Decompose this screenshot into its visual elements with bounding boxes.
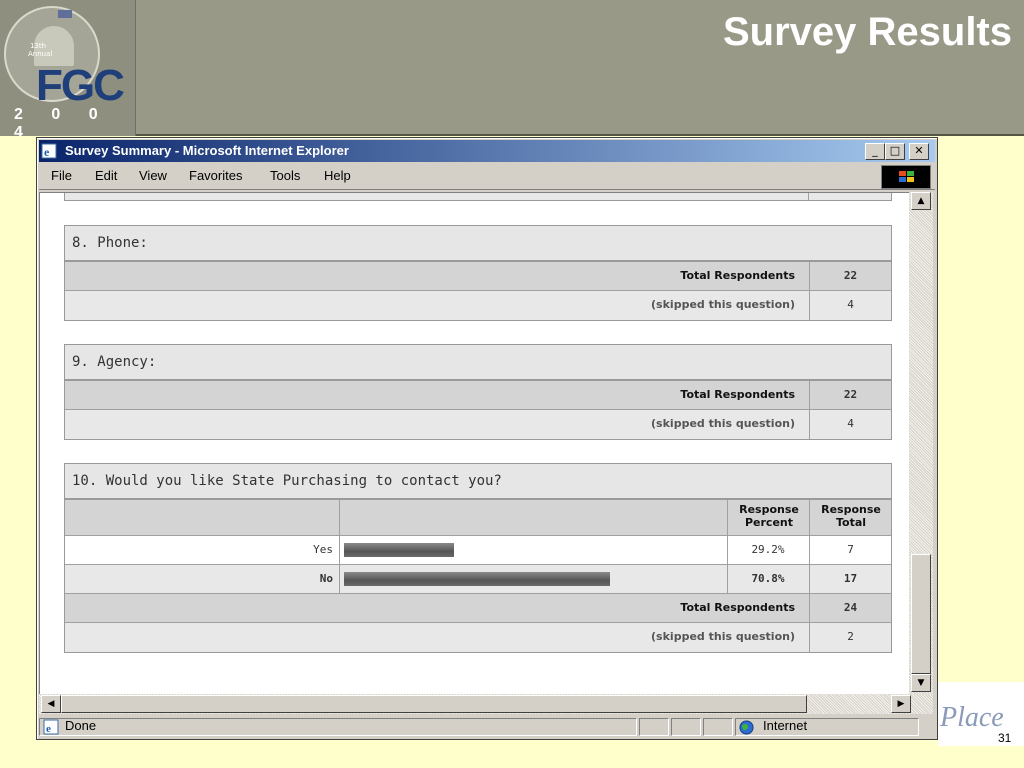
question-9-table: 9. Agency: Total Respondents 22 (skipped… (64, 344, 892, 440)
minimize-button[interactable]: _ (865, 143, 885, 160)
menu-favorites[interactable]: Favorites (189, 168, 242, 183)
skipped-row: (skipped this question) 4 (65, 291, 891, 320)
status-bar: e Done Internet (39, 716, 935, 738)
scroll-left-icon[interactable]: ◀ (41, 695, 61, 713)
total-value: 22 (809, 262, 891, 290)
globe-icon (739, 720, 754, 735)
scroll-right-icon[interactable]: ▶ (891, 695, 911, 713)
fgc-logo: 13th Annual FGC 2 0 0 4 (0, 0, 136, 136)
skipped-label: (skipped this question) (651, 630, 795, 643)
total-label: Total Respondents (680, 269, 795, 282)
close-button[interactable]: ✕ (909, 143, 929, 160)
question-10-table: 10. Would you like State Purchasing to c… (64, 463, 892, 653)
header-response-total: Response Total (821, 503, 881, 529)
throbber (881, 165, 931, 189)
column-header-row: Response Percent Response Total (65, 500, 891, 536)
menu-file[interactable]: File (51, 168, 72, 183)
svg-text:e: e (46, 723, 51, 735)
question-8-table: 8. Phone: Total Respondents 22 (skipped … (64, 225, 892, 321)
horizontal-scroll-thumb[interactable] (61, 695, 807, 713)
previous-table-remnant (64, 193, 892, 201)
slide-title: Survey Results (722, 10, 1012, 54)
ie-icon: e (41, 143, 57, 159)
skipped-row: (skipped this question) 2 (65, 623, 891, 652)
maximize-button[interactable]: □ (885, 143, 905, 160)
scroll-up-icon[interactable]: ▲ (911, 192, 931, 210)
total-respondents-row: Total Respondents 22 (65, 381, 891, 410)
total-value: 22 (809, 381, 891, 409)
answer-row-yes: Yes 29.2% 7 (65, 536, 891, 565)
menu-bar: File Edit View Favorites Tools Help (39, 164, 935, 190)
vertical-scrollbar[interactable]: ▲ ▼ (909, 192, 933, 694)
menu-edit[interactable]: Edit (95, 168, 117, 183)
answer-label: Yes (313, 543, 333, 556)
total-label: Total Respondents (680, 601, 795, 614)
footer-logo: Place (940, 702, 1004, 733)
window-title: Survey Summary - Microsoft Internet Expl… (65, 143, 349, 158)
skipped-label: (skipped this question) (651, 298, 795, 311)
skipped-label: (skipped this question) (651, 417, 795, 430)
total-label: Total Respondents (680, 388, 795, 401)
scroll-down-icon[interactable]: ▼ (911, 674, 931, 692)
browser-window: e Survey Summary - Microsoft Internet Ex… (36, 137, 938, 740)
slide-number: 31 (998, 731, 1012, 745)
total-respondents-row: Total Respondents 24 (65, 594, 891, 623)
answer-row-no: No 70.8% 17 (65, 565, 891, 594)
total-respondents-row: Total Respondents 22 (65, 262, 891, 291)
total-value: 24 (809, 594, 891, 622)
question-title: 10. Would you like State Purchasing to c… (65, 464, 891, 500)
answer-total: 17 (809, 565, 891, 593)
skipped-value: 4 (809, 291, 891, 320)
window-titlebar[interactable]: e Survey Summary - Microsoft Internet Ex… (39, 140, 935, 162)
done-page-icon: e (43, 719, 59, 735)
logo-annual: 13th Annual (28, 42, 53, 58)
header-response-percent: Response Percent (739, 503, 799, 529)
menu-help[interactable]: Help (324, 168, 351, 183)
horizontal-scrollbar[interactable]: ◀ ▶ (39, 694, 933, 714)
skipped-value: 4 (809, 410, 891, 439)
page-content: 8. Phone: Total Respondents 22 (skipped … (39, 192, 911, 694)
vertical-scroll-thumb[interactable] (911, 554, 931, 674)
response-bar (344, 572, 610, 586)
menu-tools[interactable]: Tools (270, 168, 300, 183)
status-done: Done (65, 718, 97, 733)
answer-label: No (319, 572, 333, 585)
slide-header: 13th Annual FGC 2 0 0 4 Survey Results (0, 0, 1024, 136)
windows-logo-icon (899, 171, 914, 182)
logo-text: FGC (36, 61, 125, 110)
question-title: 8. Phone: (65, 226, 891, 262)
status-zone: Internet (763, 718, 808, 733)
flag-icon (58, 10, 72, 18)
skipped-value: 2 (809, 623, 891, 652)
logo-year: 2 0 0 4 (14, 106, 110, 136)
answer-total: 7 (809, 536, 891, 564)
skipped-row: (skipped this question) 4 (65, 410, 891, 439)
response-bar (344, 543, 454, 557)
answer-percent: 70.8% (751, 572, 785, 585)
svg-text:e: e (44, 145, 50, 159)
menu-view[interactable]: View (139, 168, 167, 183)
question-title: 9. Agency: (65, 345, 891, 381)
answer-percent: 29.2% (751, 543, 785, 556)
